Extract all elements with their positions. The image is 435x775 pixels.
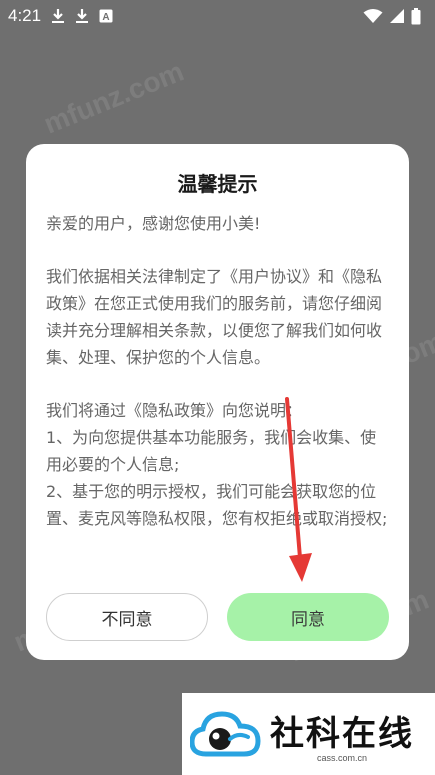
status-time: 4:21 [8,6,42,25]
font-icon: A [99,9,113,23]
brand-bar: 社科在线 cass.com.cn [182,693,435,775]
privacy-dialog: 温馨提示 亲爱的用户，感谢您使用小美! 我们依据相关法律制定了《用户协议》和《隐… [26,144,409,660]
status-right [363,7,421,25]
brand-text-wrap: 社科在线 cass.com.cn [270,706,414,763]
brand-url: cass.com.cn [316,752,367,763]
policy-item-2: 2、基于您的明示授权，我们可能会获取您的位置、麦克风等隐私权限，您有权拒绝或取消… [46,482,388,528]
status-bar: 4:21 A [0,0,435,32]
policy-item-1: 1、为向您提供基本功能服务，我们会收集、使用必要的个人信息; [46,428,377,474]
disagree-button[interactable]: 不同意 [46,593,208,641]
download-icon [51,8,65,24]
cellular-icon [389,8,405,24]
greeting-text: 亲爱的用户，感谢您使用小美! [46,214,261,233]
download-icon [75,8,89,24]
wifi-icon [363,8,383,24]
watermark: mfunz.com [39,55,189,140]
font-badge: A [102,12,109,23]
policy-paragraph: 我们依据相关法律制定了《用户协议》和《隐私政策》在您正式使用我们的服务前，请您仔… [46,267,383,367]
cloud-eye-logo-icon [190,706,262,762]
brand-name: 社科在线 [270,713,414,754]
scroll-fade [26,536,409,576]
policy-intro: 我们将通过《隐私政策》向您说明： [46,401,303,420]
dialog-title: 温馨提示 [177,172,258,196]
dialog-body[interactable]: 亲爱的用户，感谢您使用小美! 我们依据相关法律制定了《用户协议》和《隐私政策》在… [46,210,391,570]
battery-icon [411,7,421,25]
agree-button[interactable]: 同意 [227,593,389,641]
status-left: 4:21 A [8,6,113,26]
